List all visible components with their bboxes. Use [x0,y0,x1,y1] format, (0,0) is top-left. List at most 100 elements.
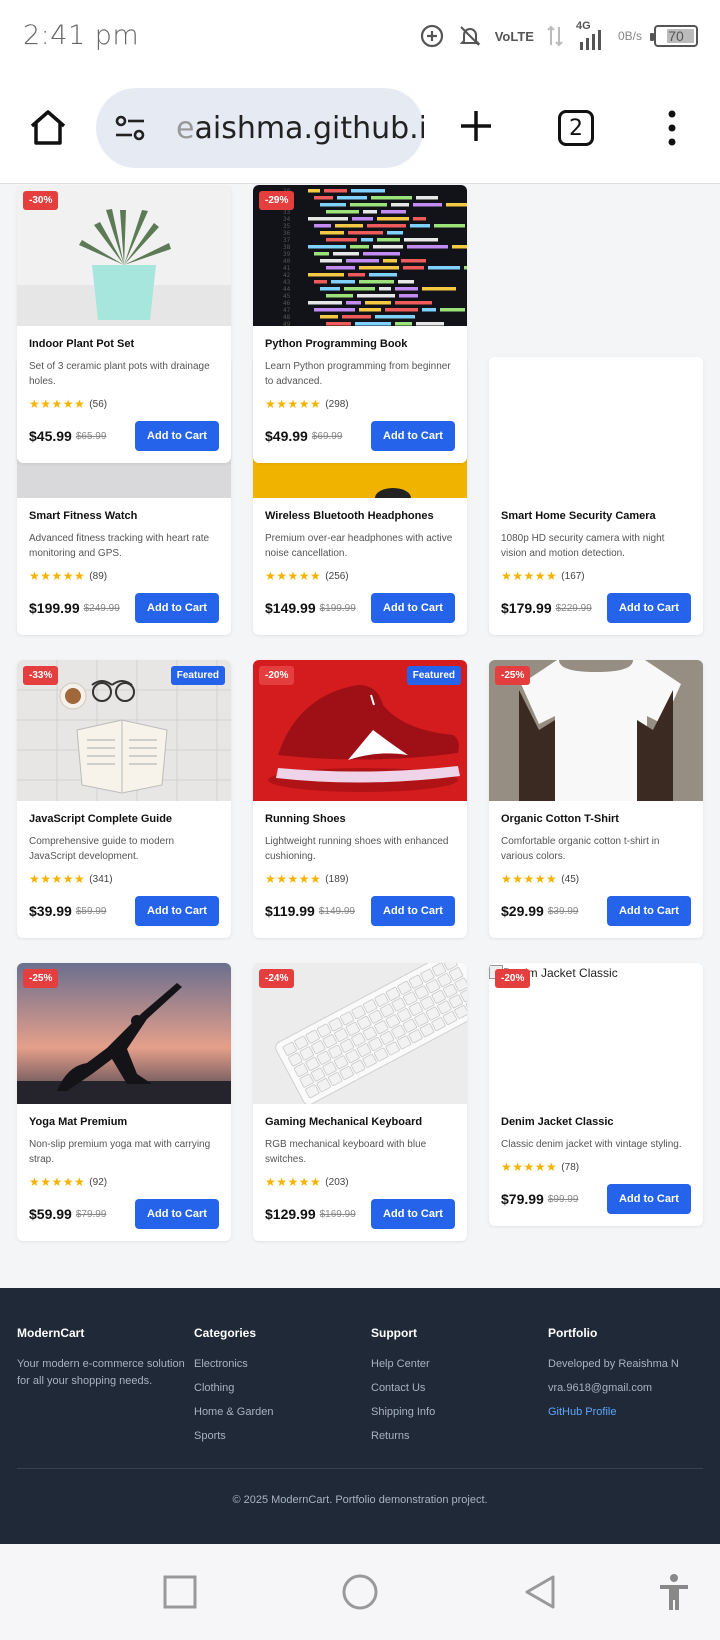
add-to-cart-button[interactable]: Add to Cart [371,1199,455,1229]
product-card[interactable]: 3031323334353637383940414243444546474849… [253,185,467,463]
footer-link-shipping-info[interactable]: Shipping Info [371,1400,531,1424]
price-row: $45.99 $65.99 Add to Cart [29,421,219,451]
product-card[interactable]: -20% Featured Running Shoes Lightweight … [253,660,467,938]
accessibility-button[interactable] [654,1572,694,1612]
footer-email[interactable]: vra.9618@gmail.com [548,1376,718,1400]
add-to-cart-button[interactable]: Add to Cart [135,593,219,623]
discount-badge: -25% [23,969,59,988]
footer-github-link[interactable]: GitHub Profile [548,1400,718,1424]
price-row: $59.99 $79.99 Add to Cart [29,1199,219,1229]
add-to-cart-button[interactable]: Add to Cart [135,421,219,451]
product-card[interactable]: Smart Home Security Camera 1080p HD secu… [489,357,703,635]
product-price: $119.99 [265,903,315,919]
review-count: (167) [561,570,585,582]
product-title[interactable]: Running Shoes [265,813,455,827]
product-image[interactable]: -30% [17,185,231,326]
tab-switcher-button[interactable]: 2 [558,110,594,146]
product-image[interactable]: -25% [489,660,703,801]
home-button[interactable] [26,106,70,150]
product-image[interactable]: -33% Featured [17,660,231,801]
footer-link-clothing[interactable]: Clothing [194,1376,354,1400]
product-price: $79.99 [501,1191,544,1207]
product-title[interactable]: Gaming Mechanical Keyboard [265,1116,455,1130]
review-count: (341) [89,873,113,885]
add-to-cart-button[interactable]: Add to Cart [371,896,455,926]
product-title[interactable]: JavaScript Complete Guide [29,813,219,827]
product-title[interactable]: Python Programming Book [265,338,455,352]
product-description: 1080p HD security camera with night visi… [501,533,665,559]
svg-text:46: 46 [283,300,291,307]
footer-link-contact-us[interactable]: Contact Us [371,1376,531,1400]
product-price: $39.99 [29,903,72,919]
product-image[interactable] [489,357,703,498]
add-to-cart-button[interactable]: Add to Cart [607,1184,691,1214]
address-bar[interactable]: eaishma.github.io [96,88,424,168]
product-price: $129.99 [265,1206,316,1222]
recents-button[interactable] [160,1572,200,1612]
featured-badge: Featured [406,666,461,685]
footer-link-help-center[interactable]: Help Center [371,1352,531,1376]
discount-badge: -20% [495,969,531,988]
product-image[interactable]: Denim Jacket Classic -20% [489,963,703,1104]
svg-text:41: 41 [283,265,291,272]
star-rating-icon: ★★★★★ [265,872,322,886]
product-card[interactable]: -25% Organic Cotton T-Shirt Comfortable … [489,660,703,938]
footer-categories-heading: Categories [194,1326,257,1340]
footer-link-sports[interactable]: Sports [194,1424,354,1448]
original-price: $249.99 [83,602,120,614]
product-title[interactable]: Organic Cotton T-Shirt [501,813,691,827]
data-saver-icon [419,23,445,49]
product-title[interactable]: Indoor Plant Pot Set [29,338,219,352]
more-vertical-icon [668,110,676,146]
product-title[interactable]: Wireless Bluetooth Headphones [265,510,455,524]
back-triangle-icon [525,1575,555,1609]
more-menu-button[interactable] [664,108,680,148]
svg-text:37: 37 [283,237,291,244]
product-image[interactable]: 3031323334353637383940414243444546474849… [253,185,467,326]
home-nav-button[interactable] [340,1572,380,1612]
product-card[interactable]: Denim Jacket Classic -20% Denim Jacket C… [489,963,703,1226]
add-to-cart-button[interactable]: Add to Cart [135,896,219,926]
product-card[interactable]: -24% Gaming Mechanical Keyboard RGB mech… [253,963,467,1241]
svg-text:35: 35 [283,223,291,230]
site-settings-icon[interactable] [112,110,148,146]
discount-badge: -20% [259,666,295,685]
product-image[interactable]: -24% [253,963,467,1104]
product-image[interactable]: -20% Featured [253,660,467,801]
star-rating-icon: ★★★★★ [501,569,558,583]
add-to-cart-button[interactable]: Add to Cart [607,593,691,623]
product-title[interactable]: Smart Home Security Camera [501,510,691,524]
star-rating-icon: ★★★★★ [29,397,86,411]
square-icon [163,1575,197,1609]
original-price: $59.99 [75,905,107,917]
add-to-cart-button[interactable]: Add to Cart [135,1199,219,1229]
discount-badge: -30% [23,191,59,210]
product-title[interactable]: Smart Fitness Watch [29,510,219,524]
product-image[interactable]: -25% [17,963,231,1104]
add-to-cart-button[interactable]: Add to Cart [607,896,691,926]
product-description: Non-slip premium yoga mat with carrying … [29,1139,211,1165]
network-type: 4G [575,20,591,32]
url-text[interactable]: eaishma.github.io [176,111,424,146]
product-description: Comprehensive guide to modern JavaScript… [29,836,175,862]
product-price: $59.99 [29,1206,72,1222]
product-title[interactable]: Yoga Mat Premium [29,1116,219,1130]
product-title[interactable]: Denim Jacket Classic [501,1116,691,1130]
product-price: $29.99 [501,903,544,919]
back-button[interactable] [520,1572,560,1612]
site-footer: ModernCart Your modern e-commerce soluti… [0,1288,720,1544]
product-card[interactable]: -25% Yoga Mat Premium Non-slip premium y… [17,963,231,1241]
product-card[interactable]: -30% Indoor Plant Pot Set Set of 3 ceram… [17,185,231,463]
footer-brand-text: Your modern e-commerce solution for all … [17,1358,185,1387]
add-to-cart-button[interactable]: Add to Cart [371,593,455,623]
product-rating: ★★★★★ (298) [265,397,455,411]
product-rating: ★★★★★ (189) [265,872,455,886]
footer-support-heading: Support [371,1326,417,1340]
footer-link-home-garden[interactable]: Home & Garden [194,1400,354,1424]
footer-link-electronics[interactable]: Electronics [194,1352,354,1376]
add-to-cart-button[interactable]: Add to Cart [371,421,455,451]
product-card[interactable]: -33% Featured JavaScript Complete Guide … [17,660,231,938]
footer-link-returns[interactable]: Returns [371,1424,531,1448]
new-tab-button[interactable] [456,106,496,146]
original-price: $99.99 [547,1193,579,1205]
